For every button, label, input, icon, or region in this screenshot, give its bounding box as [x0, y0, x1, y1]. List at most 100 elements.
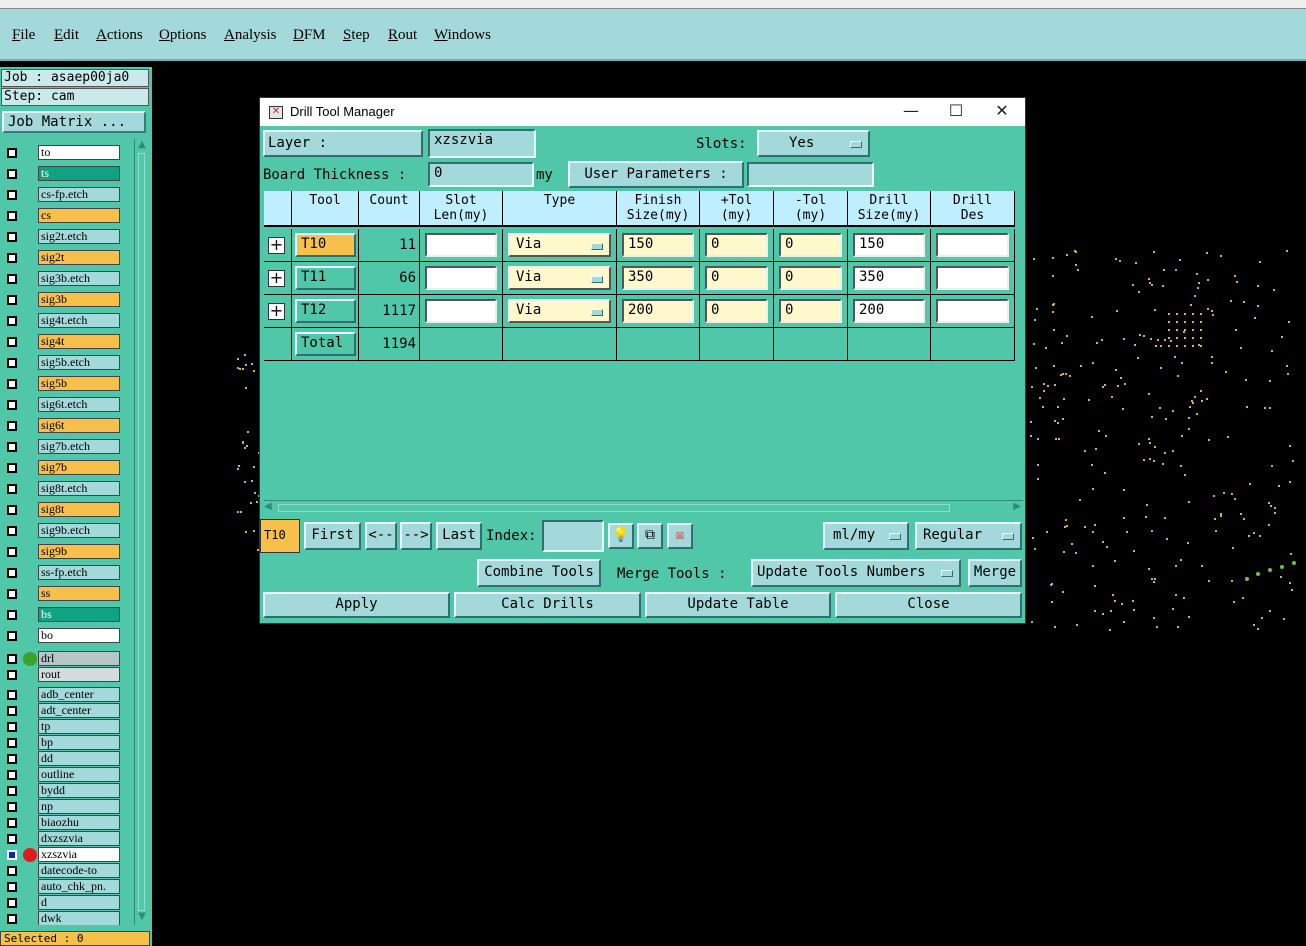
slots-dropdown[interactable]: Yes — [757, 130, 870, 157]
layer-name[interactable]: auto_chk_pn. — [38, 879, 120, 894]
layer-name[interactable]: rout — [38, 667, 120, 682]
layer-row[interactable]: xzszvia — [2, 847, 134, 863]
scroll-right-icon[interactable]: ▶ — [1013, 501, 1021, 512]
value-field[interactable] — [425, 299, 497, 323]
layer-checkbox[interactable] — [7, 670, 17, 680]
layer-name[interactable]: xzszvia — [38, 847, 120, 862]
apply-button[interactable]: Apply — [263, 592, 450, 618]
value-field[interactable]: 0 — [705, 299, 768, 323]
layer-row[interactable]: ss-fp.etch — [2, 565, 134, 581]
menu-analysis[interactable]: Analysis — [224, 27, 277, 44]
layer-name[interactable]: datecode-to — [38, 863, 120, 878]
layer-checkbox[interactable] — [7, 722, 17, 732]
layer-list-scrollbar[interactable]: ▲ ▼ — [134, 139, 149, 925]
layer-name[interactable]: bydd — [38, 783, 120, 798]
layer-checkbox[interactable] — [7, 850, 17, 860]
table-horizontal-scrollbar[interactable]: ◀ ▶ — [264, 500, 1023, 515]
user-parameters-field[interactable] — [747, 162, 874, 187]
layer-checkbox[interactable] — [7, 882, 17, 892]
layer-name[interactable]: ss-fp.etch — [38, 565, 120, 580]
layer-row[interactable]: bp — [2, 735, 134, 751]
layer-name[interactable]: sig5b.etch — [38, 355, 120, 370]
layer-row[interactable]: dwk — [2, 911, 134, 925]
layer-checkbox[interactable] — [7, 589, 17, 599]
layer-row[interactable]: dd — [2, 751, 134, 767]
layer-name[interactable]: sig2t — [38, 250, 120, 265]
layer-name[interactable]: adt_center — [38, 703, 120, 718]
layer-checkbox[interactable] — [7, 526, 17, 536]
layer-row[interactable]: tp — [2, 719, 134, 735]
value-field[interactable]: 150 — [622, 233, 694, 257]
index-field[interactable] — [542, 520, 604, 552]
layer-row[interactable]: sig6t.etch — [2, 397, 134, 413]
layer-name[interactable]: d — [38, 895, 120, 910]
layer-checkbox[interactable] — [7, 190, 17, 200]
layer-name[interactable]: sig8t — [38, 502, 120, 517]
expand-icon[interactable]: + — [268, 303, 285, 320]
type-dropdown[interactable]: Via — [508, 266, 611, 290]
layer-name[interactable]: sig4t.etch — [38, 313, 120, 328]
tool-button[interactable]: T11 — [295, 266, 356, 290]
update-tools-numbers-dropdown[interactable]: Update Tools Numbers — [751, 559, 961, 587]
layer-checkbox[interactable] — [7, 786, 17, 796]
layer-row[interactable]: to — [2, 145, 134, 161]
layer-name[interactable]: adb_center — [38, 687, 120, 702]
layer-row[interactable]: rout — [2, 667, 134, 683]
menu-edit[interactable]: Edit — [54, 27, 79, 44]
layer-name[interactable]: sig2t.etch — [38, 229, 120, 244]
layer-checkbox[interactable] — [7, 610, 17, 620]
mode-dropdown[interactable]: Regular — [915, 522, 1022, 550]
layer-row[interactable]: sig5b — [2, 376, 134, 392]
layer-row[interactable]: sig2t.etch — [2, 229, 134, 245]
layer-name[interactable]: dd — [38, 751, 120, 766]
layer-row[interactable]: sig6t — [2, 418, 134, 434]
layer-name[interactable]: sig6t — [38, 418, 120, 433]
layer-row[interactable]: ss — [2, 586, 134, 602]
layer-name[interactable]: biaozhu — [38, 815, 120, 830]
value-field[interactable]: 200 — [622, 299, 694, 323]
layer-row[interactable]: sig8t.etch — [2, 481, 134, 497]
layer-row[interactable]: cs — [2, 208, 134, 224]
layer-row[interactable]: bo — [2, 628, 134, 644]
menu-options[interactable]: Options — [159, 27, 207, 44]
board-thickness-field[interactable]: 0 — [428, 162, 534, 187]
layer-row[interactable]: sig8t — [2, 502, 134, 518]
layer-name[interactable]: np — [38, 799, 120, 814]
layer-name[interactable]: sig5b — [38, 376, 120, 391]
units-dropdown[interactable]: ml/my — [823, 522, 909, 550]
layer-checkbox[interactable] — [7, 505, 17, 515]
layer-row[interactable]: auto_chk_pn. — [2, 879, 134, 895]
layer-name[interactable]: dwk — [38, 911, 120, 925]
first-button[interactable]: First — [304, 522, 361, 550]
layer-checkbox[interactable] — [7, 232, 17, 242]
layer-field[interactable]: xzszvia — [428, 129, 536, 158]
layer-name[interactable]: bs — [38, 607, 120, 622]
value-field[interactable] — [936, 233, 1009, 257]
layer-row[interactable]: sig4t — [2, 334, 134, 350]
value-field[interactable]: 0 — [705, 266, 768, 290]
layer-row[interactable]: d — [2, 895, 134, 911]
layer-row[interactable]: sig9b.etch — [2, 523, 134, 539]
maximize-icon[interactable]: ☐ — [941, 100, 971, 122]
layer-row[interactable]: bydd — [2, 783, 134, 799]
layer-checkbox[interactable] — [7, 316, 17, 326]
close-button[interactable]: Close — [835, 592, 1022, 618]
layer-row[interactable]: adb_center — [2, 687, 134, 703]
tool-button[interactable]: T12 — [295, 299, 356, 323]
layer-checkbox[interactable] — [7, 706, 17, 716]
layer-name[interactable]: sig7b.etch — [38, 439, 120, 454]
value-field[interactable] — [936, 299, 1009, 323]
layer-checkbox[interactable] — [7, 568, 17, 578]
layer-checkbox[interactable] — [7, 274, 17, 284]
filter-icon[interactable]: ⧉ — [637, 523, 663, 549]
layer-checkbox[interactable] — [7, 337, 17, 347]
layer-row[interactable]: drl — [2, 651, 134, 667]
layer-checkbox[interactable] — [7, 379, 17, 389]
layer-row[interactable]: adt_center — [2, 703, 134, 719]
value-field[interactable]: 0 — [779, 299, 842, 323]
calc-drills-button[interactable]: Calc Drills — [454, 592, 641, 618]
job-matrix-button[interactable]: Job Matrix ... — [2, 111, 146, 133]
layer-name[interactable]: dxzszvia — [38, 831, 120, 846]
layer-checkbox[interactable] — [7, 898, 17, 908]
layer-checkbox[interactable] — [7, 463, 17, 473]
